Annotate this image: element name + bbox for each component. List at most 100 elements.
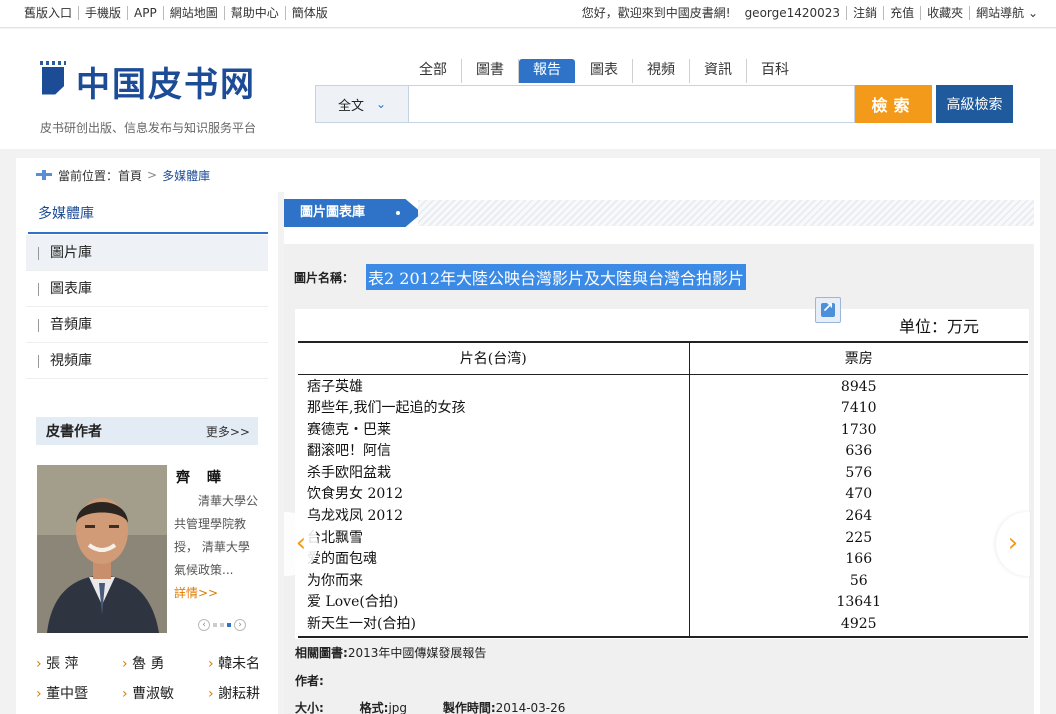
film-title-cell: 为你而来 [298,570,690,593]
film-title-cell: 杀手欧阳盆栽 [298,462,690,485]
author-name[interactable]: 齊 曄 [176,467,227,487]
breadcrumb: 當前位置： 首頁 > 多媒體庫 [16,158,1040,192]
more-authors-link[interactable]: 更多>> [206,423,250,440]
author-link[interactable]: 魯 勇 [122,653,208,673]
sidebar-title: 多媒體庫 [28,200,268,234]
author-photo[interactable] [37,465,167,633]
username-link[interactable]: george1420023 [739,6,848,20]
main-content: 圖片圖表庫 圖片名稱： 表2 2012年大陸公映台灣影片及大陸與台灣合拍影片 单… [284,192,1040,714]
sidebar-item-images[interactable]: 圖片庫 [26,235,268,271]
box-office-cell: 4925 [689,614,1028,638]
image-name-value: 表2 2012年大陸公映台灣影片及大陸與台灣合拍影片 [366,264,747,290]
search-category-tabs: 全部 圖書 報告 圖表 視頻 資訊 百科 [405,59,803,83]
pager-dot[interactable] [213,623,217,627]
film-title-cell: 那些年,我们一起追的女孩 [298,398,690,420]
top-left-links: 舊版入口 手機版 APP 網站地圖 幫助中心 簡体版 [18,6,334,20]
section-tab: 圖片圖表庫 [284,199,422,227]
sidebar-item-video[interactable]: 視頻庫 [26,343,268,379]
location-pin-icon [36,170,52,180]
advanced-search-button[interactable]: 高級檢索 [936,85,1013,123]
breadcrumb-home[interactable]: 首頁 [118,167,142,184]
film-title-cell: 台北飘雪 [298,527,690,550]
table-row: 新天生一对(合拍) 4925 [298,614,1028,638]
help-center-link[interactable]: 幫助中心 [225,6,286,20]
table-row: 饮食男女 2012 470 [298,484,1028,507]
box-office-cell: 576 [845,464,873,481]
author-link[interactable]: 韓未名 [208,653,268,673]
table-row: 痞子英雄 8945 [298,374,1028,399]
chevron-down-icon: ⌄ [375,97,387,111]
recharge-link[interactable]: 充值 [884,6,922,20]
related-book-label: 相關圖書: [295,646,348,660]
table-row: 杀手欧阳盆栽 576 [298,462,1028,485]
box-office-cell: 470 [845,486,873,503]
author-section-header: 皮書作者 更多>> [36,417,258,445]
box-office-cell: 166 [845,551,873,568]
author-section-title: 皮書作者 [46,424,102,440]
tab-all[interactable]: 全部 [405,59,462,83]
chevron-left-icon[interactable]: ‹ [198,619,210,631]
film-title-cell: 乌龙戏凤 2012 [298,506,690,528]
column-header-title: 片名(台湾) [298,341,690,375]
sidebar-item-label: 圖片庫 [50,245,92,261]
file-info-row: 大小: 格式:jpg 製作時間:2014-03-26 [295,699,565,714]
author-link[interactable]: 張 萍 [36,653,122,673]
box-office-cell: 8945 [840,378,877,395]
author-row: 作者: [295,672,324,689]
sitemap-link[interactable]: 網站地圖 [164,6,225,20]
tab-wiki[interactable]: 百科 [747,59,803,83]
header: 中国皮书网 皮书研创出版、信息发布与知识服务平台 全部 圖書 報告 圖表 視頻 … [0,29,1056,149]
sidebar-item-audio[interactable]: 音頻庫 [26,307,268,343]
section-tab-label: 圖片圖表庫 [300,205,366,220]
top-bar: 舊版入口 手機版 APP 網站地圖 幫助中心 簡体版 您好，歡迎來到中國皮書網!… [0,0,1056,28]
chevron-right-icon[interactable]: › [234,619,246,631]
related-book-row: 相關圖書:2013年中國傳媒發展報告 [295,644,486,661]
author-portrait-icon [37,465,167,633]
mobile-link[interactable]: 手機版 [79,6,129,20]
sidebar: 多媒體庫 圖片庫 圖表庫 音頻庫 視頻庫 皮書作者 更多>> 齊 曄 清華大學公… [16,192,278,714]
pager-dot[interactable] [220,623,224,627]
sidebar-item-label: 視頻庫 [50,353,92,369]
tab-videos[interactable]: 視頻 [633,59,690,83]
search-scope-select[interactable]: 全文 ⌄ [316,86,409,122]
breadcrumb-current[interactable]: 多媒體庫 [162,167,210,184]
author-link[interactable]: 董中暨 [36,683,122,703]
dot-icon [396,211,400,215]
author-detail-link[interactable]: 詳情>> [174,584,218,601]
related-book-value[interactable]: 2013年中國傳媒發展報告 [348,646,487,660]
site-logo[interactable]: 中国皮书网 [40,57,256,106]
author-link[interactable]: 曹淑敏 [122,683,208,703]
favorites-link[interactable]: 收藏夾 [921,6,971,20]
sidebar-item-charts[interactable]: 圖表庫 [26,271,268,307]
tab-charts[interactable]: 圖表 [576,59,633,83]
site-nav-link[interactable]: 網站導航 ⌄ [970,6,1044,20]
search-input[interactable] [410,86,854,122]
pager-dot-active[interactable] [227,623,231,627]
table-row: 爱的面包魂 166 [298,549,1028,571]
tab-books[interactable]: 圖書 [462,59,519,83]
table-header-row: 片名(台湾) 票房 [298,341,1028,375]
tab-reports[interactable]: 報告 [519,59,575,83]
image-name-label: 圖片名稱： [294,270,355,285]
expand-icon[interactable] [815,297,841,323]
film-title-cell: 赛德克・巴莱 [298,419,690,442]
search-button[interactable]: 檢索 [855,85,932,123]
logout-link[interactable]: 注銷 [847,6,885,20]
slogan: 皮书研创出版、信息发布与知识服务平台 [40,121,257,135]
format-label: 格式: [359,701,389,714]
search-scope-value: 全文 [337,98,364,114]
logo-text: 中国皮书网 [76,65,256,105]
table-row: 为你而来 56 [298,570,1028,593]
image-figure: 单位：万元 片名(台湾) 票房 痞子英雄 8945 那些年,我们一起追的女孩 7410… [295,297,1029,639]
old-version-link[interactable]: 舊版入口 [18,6,80,20]
sidebar-list: 圖片庫 圖表庫 音頻庫 視頻庫 [26,235,268,379]
author-pager: ‹ › [198,619,246,631]
author-description: 清華大學公共管理學院教授， 清華大學氣候政策... [174,494,259,577]
app-link[interactable]: APP [128,6,164,20]
author-link[interactable]: 謝耘耕 [208,683,268,703]
simplified-link[interactable]: 簡体版 [286,6,334,20]
tab-news[interactable]: 資訊 [690,59,747,83]
author-label: 作者: [295,674,324,688]
sidebar-item-label: 圖表庫 [50,281,92,297]
table-body: 痞子英雄 8945 那些年,我们一起追的女孩 7410 赛德克・巴莱 1730 翻滚吧！阿信… [298,374,1028,638]
